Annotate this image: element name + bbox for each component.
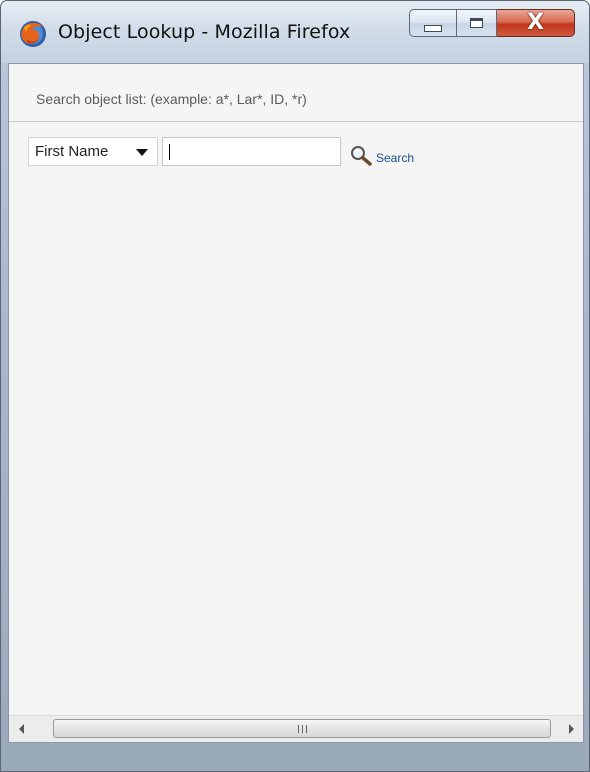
window-controls: X <box>409 9 575 39</box>
title-bar[interactable]: Object Lookup - Mozilla Firefox X <box>1 1 589 63</box>
window-title: Object Lookup - Mozilla Firefox <box>58 21 351 43</box>
search-hint: Search object list: (example: a*, Lar*, … <box>36 91 307 107</box>
scroll-right-icon <box>568 723 574 734</box>
search-icon <box>351 146 372 166</box>
close-button[interactable]: X <box>497 9 575 37</box>
field-select-value: First Name <box>35 143 109 160</box>
search-link[interactable]: Search <box>376 151 414 165</box>
search-button[interactable]: Search <box>350 137 414 167</box>
scroll-left-button[interactable] <box>9 716 33 741</box>
minimize-icon <box>424 24 442 32</box>
grip-icon <box>296 725 308 733</box>
close-icon: X <box>527 10 544 35</box>
scroll-left-icon <box>18 723 24 734</box>
maximize-icon <box>470 18 483 28</box>
browser-window: Object Lookup - Mozilla Firefox X Search… <box>0 0 590 772</box>
horizontal-scrollbar[interactable] <box>9 715 583 742</box>
results-area <box>9 182 583 716</box>
minimize-button[interactable] <box>409 9 457 37</box>
dropdown-arrow-icon <box>136 149 148 156</box>
maximize-button[interactable] <box>457 9 497 37</box>
search-row: First Name Search <box>9 122 583 182</box>
hint-bar: Search object list: (example: a*, Lar*, … <box>9 64 583 122</box>
field-select[interactable]: First Name <box>28 137 158 166</box>
search-input[interactable] <box>162 137 341 166</box>
scroll-right-button[interactable] <box>559 716 583 741</box>
text-caret <box>169 144 170 160</box>
scrollbar-thumb[interactable] <box>53 719 551 738</box>
page-content: Search object list: (example: a*, Lar*, … <box>8 63 584 743</box>
firefox-icon <box>20 21 46 47</box>
